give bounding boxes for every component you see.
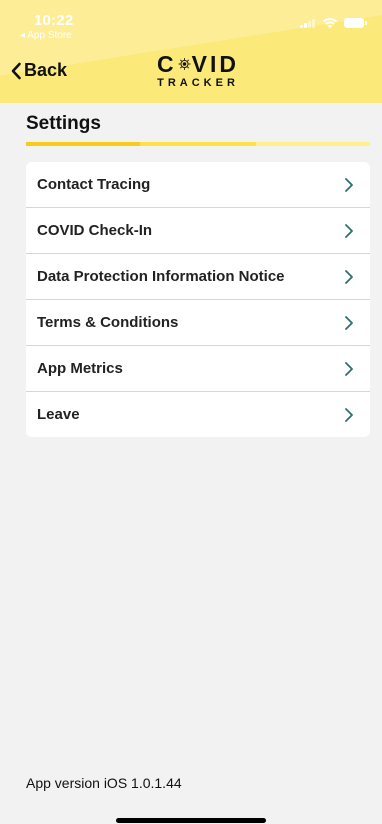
menu-item-data-protection-notice[interactable]: Data Protection Information Notice [26, 254, 370, 300]
menu-item-leave[interactable]: Leave [26, 392, 370, 437]
status-time: 10:22 [34, 12, 74, 29]
settings-menu: Contact Tracing COVID Check-In Data Prot… [26, 162, 370, 437]
menu-item-app-metrics[interactable]: App Metrics [26, 346, 370, 392]
battery-icon [344, 18, 367, 28]
page-title: Settings [26, 113, 101, 134]
menu-item-contact-tracing[interactable]: Contact Tracing [26, 162, 370, 208]
menu-item-label: Leave [37, 406, 80, 423]
menu-item-label: Contact Tracing [37, 176, 151, 193]
chevron-right-icon [345, 407, 353, 422]
wifi-icon [322, 18, 338, 29]
logo-letters-vid: VID [191, 51, 239, 77]
return-to-app-store-link[interactable]: ◂ App Store [20, 30, 72, 41]
chevron-right-icon [345, 361, 353, 376]
chevron-right-icon [345, 223, 353, 238]
signal-icon [300, 18, 316, 28]
chevron-right-icon [345, 315, 353, 330]
back-button[interactable]: Back [10, 60, 67, 81]
menu-item-label: COVID Check-In [37, 222, 153, 239]
header-bar: 10:22 ◂ App Store Back C VID TRACKER [0, 0, 382, 103]
chevron-left-icon [11, 62, 21, 79]
menu-item-label: Terms & Conditions [37, 314, 179, 331]
menu-item-label: Data Protection Information Notice [37, 268, 285, 285]
progress-segment-1 [26, 142, 140, 146]
back-label: Back [24, 60, 68, 80]
progress-segment-2 [140, 142, 256, 146]
app-version-text: App version iOS 1.0.1.44 [26, 775, 182, 791]
section-progress-bar [26, 142, 370, 146]
menu-item-covid-check-in[interactable]: COVID Check-In [26, 208, 370, 254]
progress-segment-3 [256, 142, 370, 146]
chevron-right-icon [345, 269, 353, 284]
chevron-right-icon [345, 177, 353, 192]
covid-tracker-logo: C VID TRACKER [157, 52, 239, 89]
logo-tracker-text: TRACKER [157, 77, 239, 89]
menu-item-label: App Metrics [37, 360, 123, 377]
logo-letter-c: C [157, 51, 177, 77]
home-indicator[interactable] [116, 818, 266, 823]
virus-icon [178, 58, 191, 70]
menu-item-terms-conditions[interactable]: Terms & Conditions [26, 300, 370, 346]
status-icons [300, 17, 367, 29]
